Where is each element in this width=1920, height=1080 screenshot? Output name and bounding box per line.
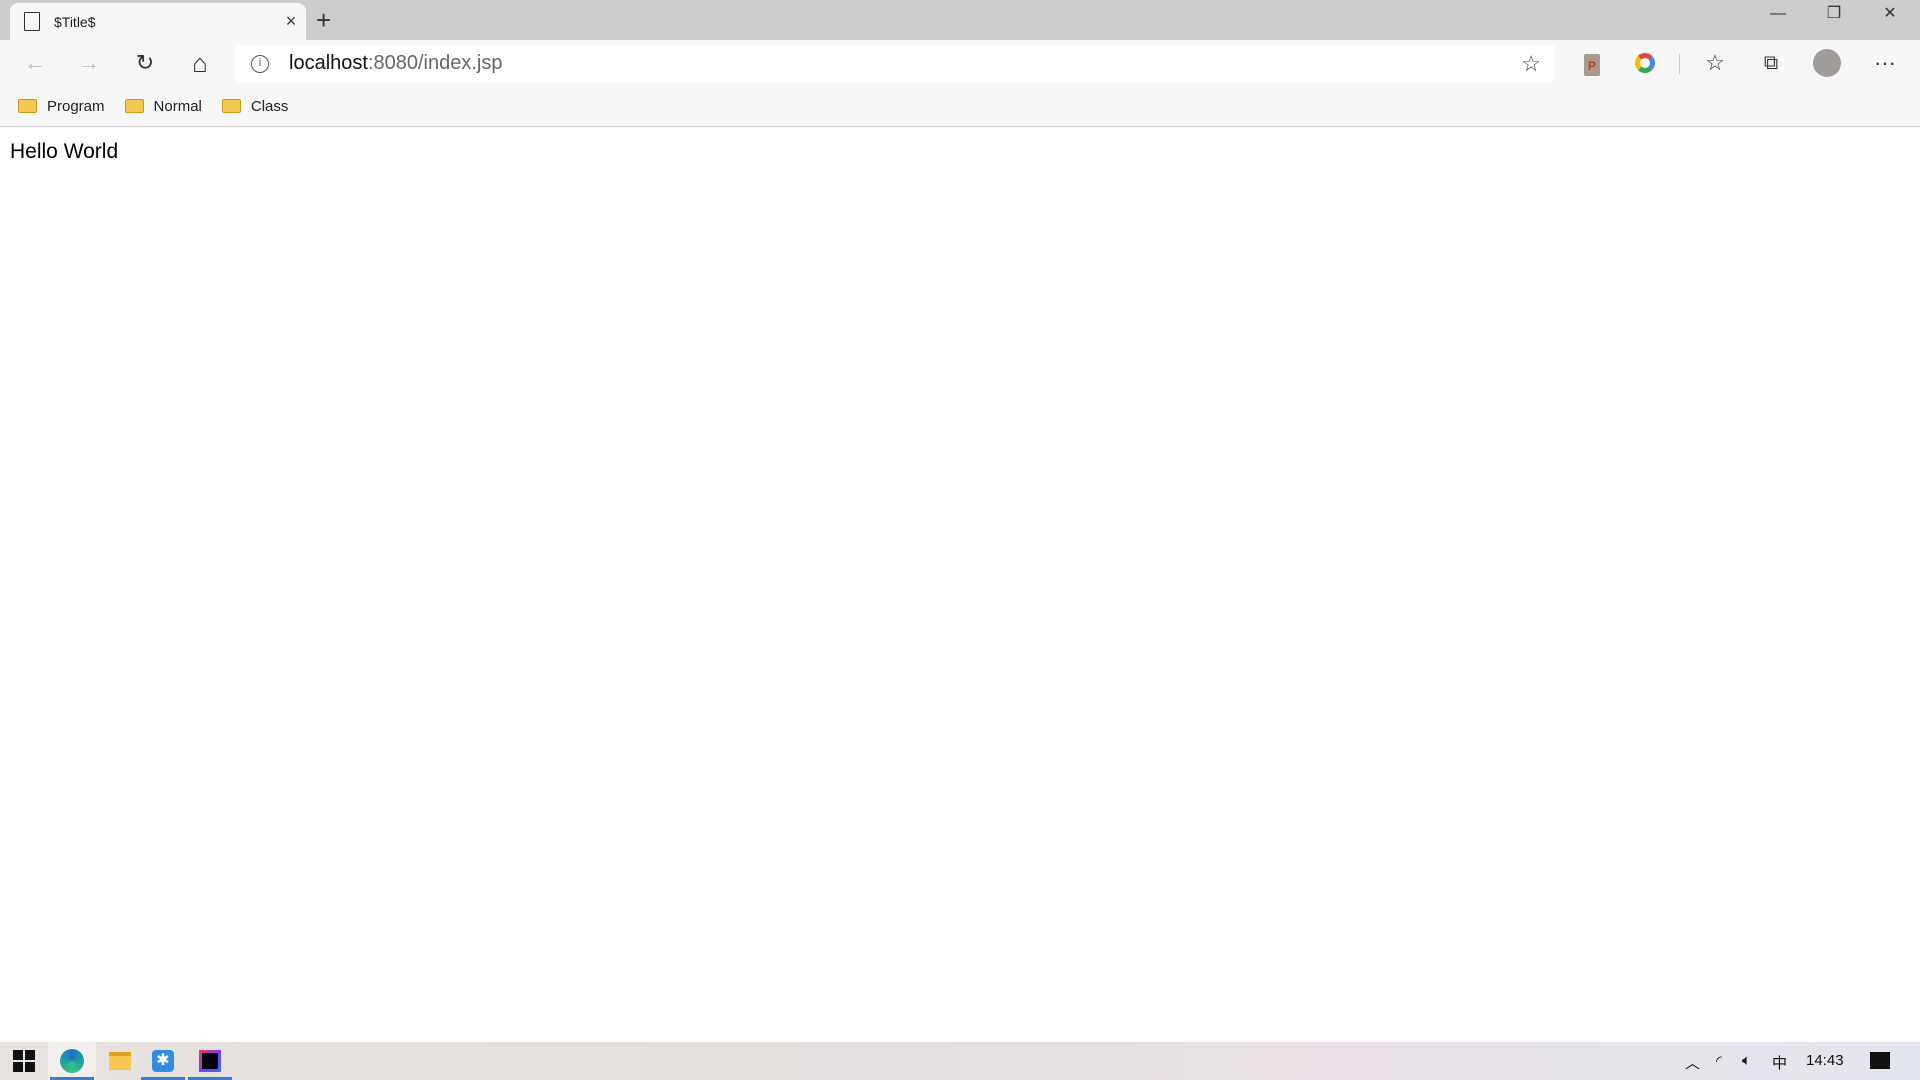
close-window-button[interactable]: ✕ [1862,0,1918,30]
bookmark-normal[interactable]: Normal [124,97,202,115]
collections-button[interactable]: ⧉ [1756,48,1786,78]
edge-icon [60,1049,84,1073]
url-path: :8080/index.jsp [367,52,503,74]
folder-icon [221,99,241,113]
avatar [1813,49,1841,77]
windows-icon [13,1050,35,1072]
taskbar-edge[interactable] [48,1042,96,1080]
minimize-button[interactable]: — [1750,0,1806,30]
bookmark-program[interactable]: Program [18,98,105,115]
tab-close-button[interactable]: × [276,11,306,32]
extension-p-button[interactable]: P [1577,48,1607,78]
divider [1679,54,1680,74]
taskbar-intellij[interactable] [186,1042,234,1080]
more-button[interactable]: ··· [1870,48,1900,78]
refresh-button[interactable]: ↻ [130,48,160,78]
new-tab-button[interactable]: + [316,6,331,34]
tab-active[interactable]: $Title$ × [10,3,306,40]
back-button[interactable]: ← [20,48,50,78]
ime-indicator[interactable]: 中 [1772,1052,1787,1073]
taskbar-file-explorer[interactable] [96,1042,144,1080]
url-host: localhost [289,52,368,74]
profile-button[interactable] [1812,48,1842,78]
show-hidden-icons[interactable]: ︿ [1685,1052,1700,1073]
tab-strip: $Title$ × + — ❐ ✕ [0,0,1920,40]
folder-icon [18,99,37,113]
forward-button[interactable]: → [74,48,104,78]
url-text[interactable]: localhost:8080/index.jsp [289,52,502,75]
taskbar: ✱ ︿ ◜ 🔈︎ 中 14:43 [0,1042,1920,1080]
app-star-icon: ✱ [152,1050,174,1072]
address-bar[interactable]: i localhost:8080/index.jsp ☆ [235,45,1555,82]
page-icon [24,12,40,31]
tab-title: $Title$ [54,13,96,30]
bookmarks-bar: Program Normal Class [0,86,1920,127]
bookmark-label: Class [250,97,289,115]
volume-icon[interactable]: 🔈︎ [1742,1052,1751,1069]
info-icon[interactable]: i [251,54,269,73]
google-extension-button[interactable] [1630,48,1660,78]
favorites-button[interactable]: ☆ [1700,48,1730,78]
clock[interactable]: 14:43 [1806,1052,1844,1069]
bookmark-class[interactable]: Class [221,97,289,115]
taskbar-app[interactable]: ✱ [139,1042,187,1080]
intellij-icon [199,1050,221,1072]
file-explorer-icon [109,1052,131,1070]
maximize-button[interactable]: ❐ [1806,0,1862,30]
bookmark-label: Program [47,97,105,115]
add-favorite-icon[interactable]: ☆ [1521,51,1541,77]
folder-icon [124,99,144,113]
notification-icon[interactable] [1870,1052,1890,1069]
google-icon [1635,53,1655,73]
bookmark-label: Normal [153,97,202,115]
start-button[interactable] [0,1042,48,1080]
home-button[interactable]: ⌂ [185,48,215,78]
toolbar: ← → ↻ ⌂ i localhost:8080/index.jsp ☆ P ☆… [0,40,1920,86]
page-text: Hello World [10,140,119,163]
extension-p-icon: P [1584,54,1600,76]
network-icon[interactable]: ◜ [1716,1052,1722,1070]
